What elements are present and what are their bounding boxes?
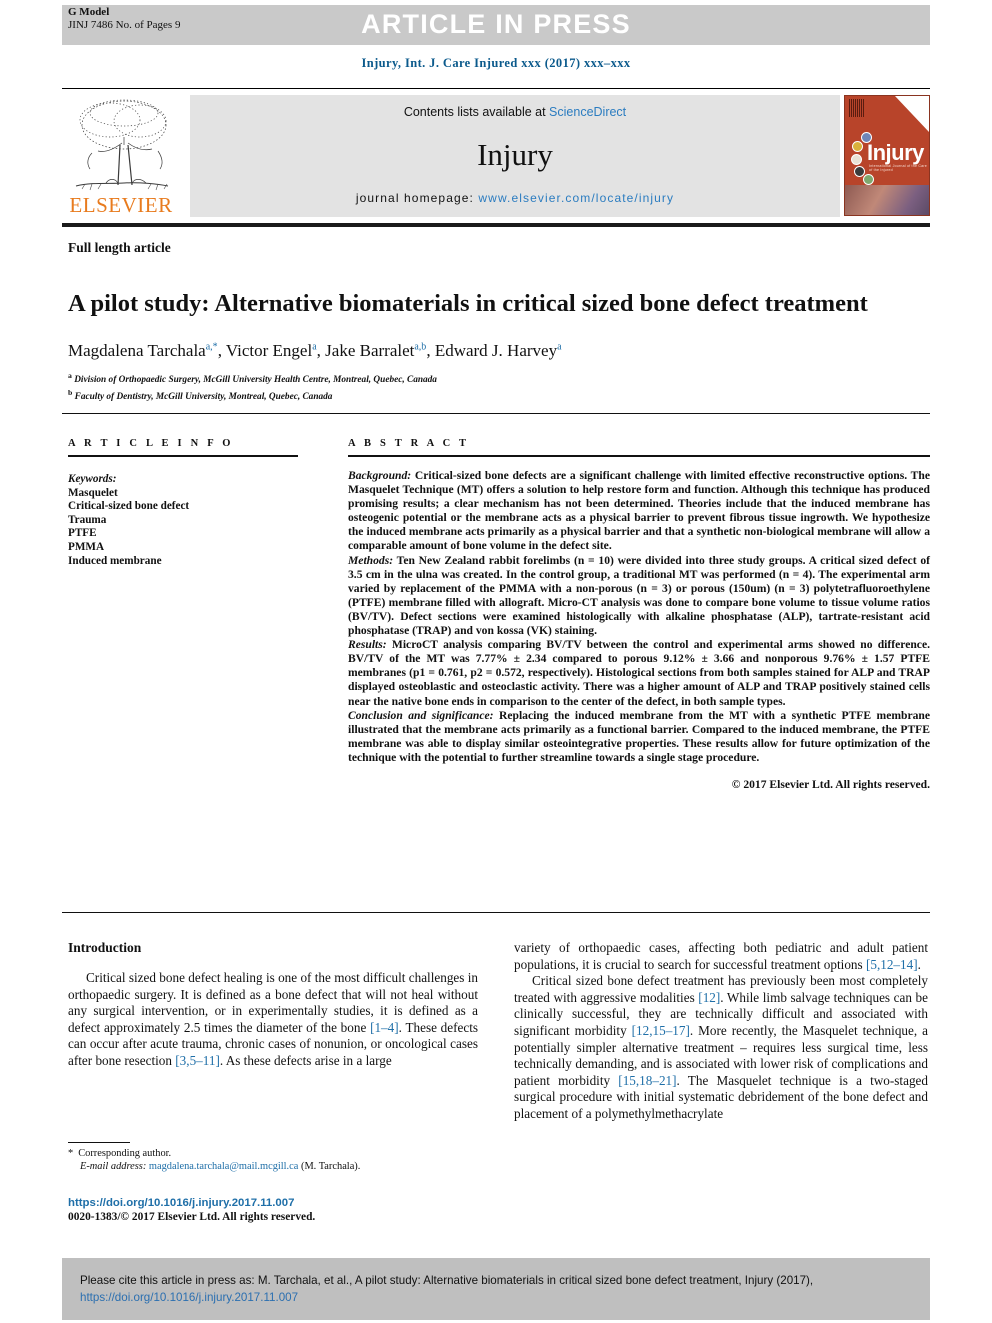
body-column-left: Introduction Critical sized bone defect … — [68, 940, 478, 1070]
paragraph: variety of orthopaedic cases, affecting … — [514, 940, 928, 973]
masthead-rule-top — [62, 88, 930, 89]
email-link[interactable]: magdalena.tarchala@mail.mcgill.ca — [149, 1161, 298, 1172]
elsevier-wordmark: ELSEVIER — [69, 193, 173, 217]
homepage-label: journal homepage: — [355, 191, 479, 205]
please-cite-inner: Please cite this article in press as: M.… — [80, 1272, 912, 1306]
cover-corner-fold — [895, 96, 929, 132]
keyword-item: Critical-sized bone defect — [68, 500, 190, 513]
article-in-press-label: ARTICLE IN PRESS — [361, 9, 631, 39]
elsevier-tree-icon — [75, 99, 169, 191]
keyword-item: Trauma — [68, 513, 107, 526]
paragraph: Critical sized bone defect healing is on… — [68, 970, 478, 1070]
citation-link[interactable]: [12,15–17] — [632, 1023, 690, 1038]
elsevier-logo: ELSEVIER — [62, 93, 180, 220]
abstract-copyright: © 2017 Elsevier Ltd. All rights reserved… — [731, 777, 930, 791]
please-cite-box: Please cite this article in press as: M.… — [62, 1258, 930, 1320]
please-cite-doi-link[interactable]: https://doi.org/10.1016/j.injury.2017.11… — [80, 1291, 298, 1304]
affiliation-b: b Faculty of Dentistry, McGill Universit… — [68, 387, 333, 402]
email-label: E-mail address: — [80, 1160, 147, 1172]
abstract-conclusion: Conclusion and significance: Replacing t… — [348, 709, 930, 765]
asterisk-marker: * — [68, 1148, 74, 1159]
article-type-label: Full length article — [68, 240, 171, 255]
abstract-results-text: MicroCT analysis comparing BV/TV between… — [348, 638, 930, 708]
body-column-right: variety of orthopaedic cases, affecting … — [514, 940, 928, 1123]
abstract-conclusion-label: Conclusion and significance: — [348, 708, 494, 722]
corresponding-author-note: * Corresponding author. — [68, 1148, 488, 1161]
affiliation-a: a Division of Orthopaedic Surgery, McGil… — [68, 371, 437, 386]
contents-prefix: Contents lists available at — [403, 105, 550, 119]
abstract-column: A B S T R A C T Background: Critical-siz… — [348, 438, 930, 791]
keywords-label: Keywords: — [68, 473, 117, 485]
issn-copyright-line: 0020-1383/© 2017 Elsevier Ltd. All right… — [68, 1211, 316, 1223]
please-cite-text: Please cite this article in press as: M.… — [80, 1274, 814, 1287]
sciencedirect-link[interactable]: ScienceDirect — [549, 105, 626, 119]
email-note: E-mail address: magdalena.tarchala@mail.… — [68, 1161, 488, 1174]
abstract-background-text: Critical-sized bone defects are a signif… — [348, 469, 930, 553]
abstract-body: Background: Critical-sized bone defects … — [348, 469, 930, 765]
affiliations: a Division of Orthopaedic Surgery, McGil… — [68, 370, 768, 403]
abstract-heading: A B S T R A C T — [348, 438, 470, 449]
intro-right-b: . — [917, 956, 921, 972]
author-list: Magdalena Tarchalaa,*, Victor Engela, Ja… — [68, 341, 562, 360]
corresponding-author-text: Corresponding author. — [78, 1148, 172, 1159]
citation-link[interactable]: [3,5–11] — [175, 1053, 220, 1068]
journal-title: Injury — [477, 137, 553, 172]
abstract-methods: Methods: Ten New Zealand rabbit forelimb… — [348, 554, 930, 639]
footnote-block: * Corresponding author. E-mail address: m… — [68, 1148, 488, 1173]
abstract-background: Background: Critical-sized bone defects … — [348, 469, 930, 554]
citation-link[interactable]: [15,18–21] — [618, 1073, 676, 1088]
intro-text-c: . As these defects arise in a large — [219, 1052, 392, 1068]
article-in-press-banner: ARTICLE IN PRESS — [62, 5, 930, 45]
introduction-right-text: variety of orthopaedic cases, affecting … — [514, 940, 928, 1123]
article-info-heading: A R T I C L E I N F O — [68, 438, 234, 449]
masthead-rule-bottom — [62, 223, 930, 227]
g-model-block: G Model JINJ 7486 No. of Pages 9 — [68, 6, 180, 31]
abstract-zone-rule-top — [62, 413, 930, 414]
citation-link[interactable]: [12] — [698, 990, 720, 1005]
cover-photo-strip — [845, 185, 929, 215]
contents-available-line: Contents lists available at ScienceDirec… — [190, 105, 840, 119]
manuscript-number: JINJ 7486 No. of Pages 9 — [68, 18, 181, 31]
doi-block: https://doi.org/10.1016/j.injury.2017.11… — [68, 1196, 498, 1224]
keyword-item: PTFE — [68, 527, 97, 540]
introduction-left-text: Critical sized bone defect healing is on… — [68, 970, 478, 1070]
article-page: ARTICLE IN PRESS G Model JINJ 7486 No. o… — [0, 0, 992, 1323]
cover-barcode-icon — [849, 99, 865, 117]
affiliation-a-text: Division of Orthopaedic Surgery, McGill … — [74, 375, 437, 386]
cover-journal-title: Injury — [867, 140, 924, 165]
affiliation-b-text: Faculty of Dentistry, McGill University,… — [74, 391, 333, 402]
article-info-rule — [68, 455, 298, 457]
paragraph: Critical sized bone defect treatment has… — [514, 973, 928, 1122]
keyword-item: PMMA — [68, 540, 105, 553]
journal-masthead: ELSEVIER Contents lists available at Sci… — [62, 93, 930, 220]
abstract-rule — [348, 455, 930, 457]
journal-homepage-line: journal homepage: www.elsevier.com/locat… — [190, 191, 840, 205]
doi-link[interactable]: https://doi.org/10.1016/j.injury.2017.11… — [68, 1196, 498, 1210]
abstract-methods-label: Methods: — [348, 553, 394, 567]
abstract-results: Results: MicroCT analysis comparing BV/T… — [348, 638, 930, 708]
journal-homepage-link[interactable]: www.elsevier.com/locate/injury — [478, 191, 674, 205]
abstract-background-label: Background: — [348, 469, 412, 482]
article-title: A pilot study: Alternative biomaterials … — [68, 290, 868, 318]
email-owner: (M. Tarchala). — [300, 1160, 361, 1172]
contents-box: Contents lists available at ScienceDirec… — [190, 95, 840, 217]
keywords-block: Keywords: Masquelet Critical-sized bone … — [68, 473, 298, 568]
citation-link[interactable]: [1–4] — [370, 1020, 399, 1035]
abstract-zone-rule-bottom — [62, 912, 930, 913]
article-info-column: A R T I C L E I N F O Keywords: Masquele… — [68, 438, 298, 568]
abstract-results-label: Results: — [348, 638, 387, 652]
keyword-item: Masquelet — [68, 486, 118, 499]
journal-cover-thumbnail: Injury International Journal of the Care… — [844, 95, 930, 216]
citation-link[interactable]: [5,12–14] — [866, 957, 918, 972]
keyword-item: Induced membrane — [68, 554, 162, 567]
cover-journal-subtitle: International Journal of the Care of the… — [869, 164, 927, 172]
g-model-label: G Model — [68, 6, 110, 18]
abstract-methods-text: Ten New Zealand rabbit forelimbs (n = 10… — [348, 553, 930, 638]
footnote-rule — [68, 1142, 130, 1143]
introduction-heading: Introduction — [68, 940, 142, 955]
journal-citation-line: Injury, Int. J. Care Injured xxx (2017) … — [361, 56, 631, 70]
